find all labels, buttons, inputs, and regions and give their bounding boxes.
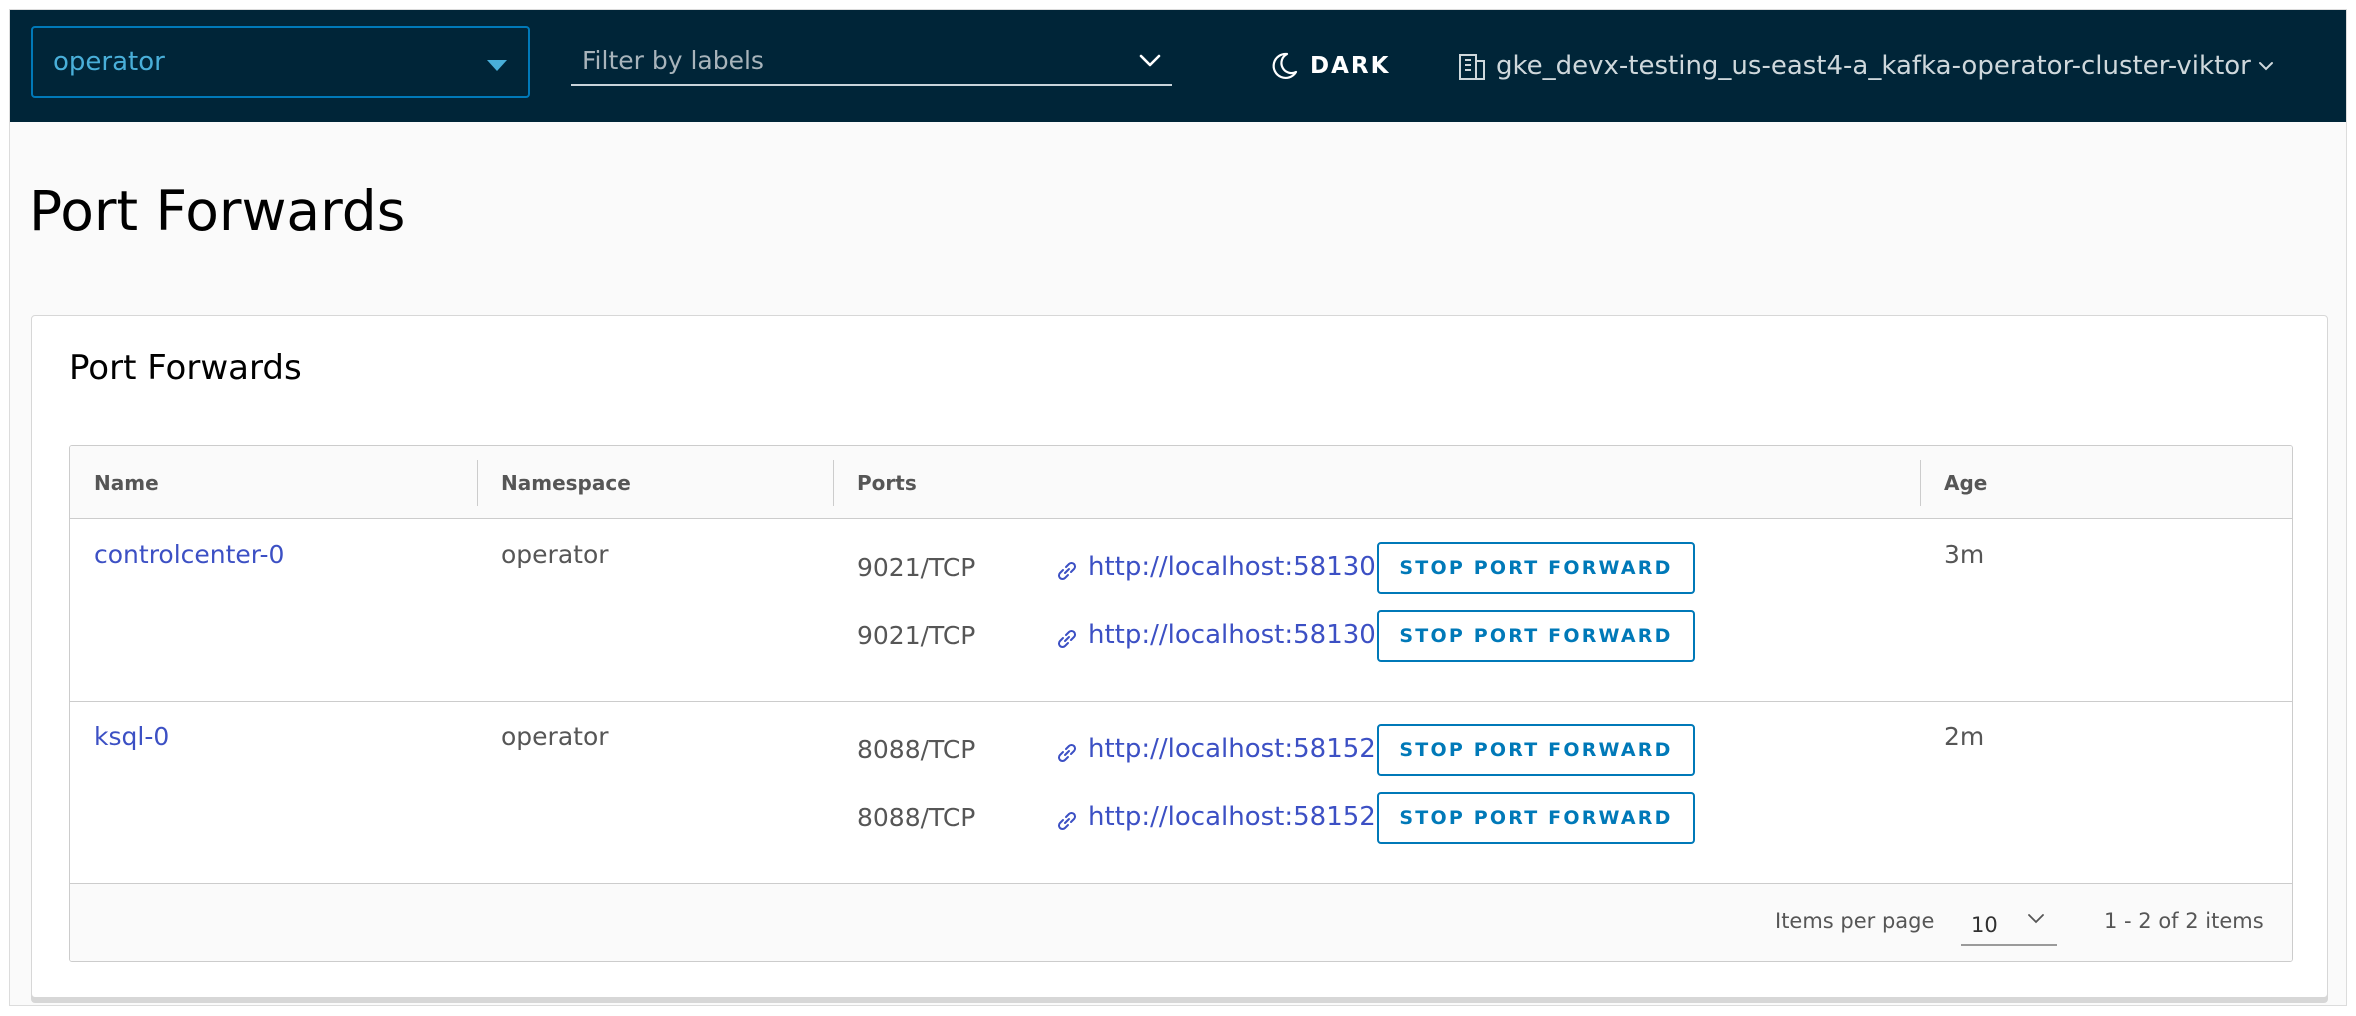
resource-link[interactable]: ksql-0 bbox=[94, 722, 169, 751]
stop-port-forward-button[interactable]: STOP PORT FORWARD bbox=[1377, 610, 1695, 662]
row-namespace-cell: operator bbox=[501, 722, 609, 751]
chevron-down-icon[interactable] bbox=[1136, 46, 1164, 74]
page-title: Port Forwards bbox=[29, 179, 406, 243]
column-header-namespace[interactable]: Namespace bbox=[477, 446, 631, 519]
namespace-select[interactable]: operator bbox=[31, 26, 530, 98]
link-icon bbox=[1057, 629, 1077, 649]
card-title: Port Forwards bbox=[69, 348, 302, 388]
port-entry: 8088/TCP http://localhost:58152 STOP POR… bbox=[857, 724, 1757, 776]
context-switcher[interactable]: gke_devx-testing_us-east4-a_kafka-operat… bbox=[1456, 44, 2336, 88]
port-forwards-table: Name Namespace Ports Age controlcenter-0… bbox=[69, 445, 2293, 962]
table-row: controlcenter-0 operator 9021/TCP http:/… bbox=[70, 520, 2292, 702]
resource-link[interactable]: controlcenter-0 bbox=[94, 540, 284, 569]
port-protocol: 8088/TCP bbox=[857, 803, 976, 832]
caret-down-icon bbox=[487, 60, 507, 71]
port-protocol: 8088/TCP bbox=[857, 735, 976, 764]
items-per-page-value: 10 bbox=[1971, 913, 1998, 937]
port-entry: 8088/TCP http://localhost:58152 STOP POR… bbox=[857, 792, 1757, 844]
column-header-name[interactable]: Name bbox=[70, 446, 159, 519]
items-per-page-select[interactable]: 10 bbox=[1961, 898, 2057, 946]
link-icon bbox=[1057, 743, 1077, 763]
row-age-cell: 3m bbox=[1944, 540, 1985, 569]
port-protocol: 9021/TCP bbox=[857, 553, 976, 582]
row-name-cell: ksql-0 bbox=[94, 722, 169, 751]
link-icon bbox=[1057, 561, 1077, 581]
port-entry: 9021/TCP http://localhost:58130 STOP POR… bbox=[857, 610, 1757, 662]
dark-theme-label: DARK bbox=[1310, 53, 1391, 79]
chevron-down-icon bbox=[2028, 914, 2044, 924]
row-age-cell: 2m bbox=[1944, 722, 1985, 751]
dark-theme-toggle[interactable]: DARK bbox=[1268, 44, 1390, 88]
column-header-ports[interactable]: Ports bbox=[833, 446, 917, 519]
label-filter-input[interactable] bbox=[582, 45, 1102, 75]
port-forward-url[interactable]: http://localhost:58130 bbox=[1088, 620, 1376, 650]
top-nav-bar: operator DARK gke_devx-testing_us-ea bbox=[10, 10, 2346, 122]
row-namespace-cell: operator bbox=[501, 540, 609, 569]
stop-port-forward-button[interactable]: STOP PORT FORWARD bbox=[1377, 542, 1695, 594]
pagination-range: 1 - 2 of 2 items bbox=[2104, 909, 2264, 933]
moon-icon bbox=[1272, 52, 1298, 79]
port-forwards-card: Port Forwards Name Namespace Ports Age c… bbox=[31, 315, 2328, 998]
app-window: operator DARK gke_devx-testing_us-ea bbox=[9, 9, 2347, 1006]
link-icon bbox=[1057, 811, 1077, 831]
chevron-down-icon bbox=[2258, 62, 2273, 71]
items-per-page-label: Items per page bbox=[1775, 909, 1935, 933]
namespace-value: operator bbox=[53, 47, 165, 77]
stop-port-forward-button[interactable]: STOP PORT FORWARD bbox=[1377, 724, 1695, 776]
column-header-age[interactable]: Age bbox=[1920, 446, 1987, 519]
label-filter[interactable] bbox=[571, 36, 1172, 86]
context-name: gke_devx-testing_us-east4-a_kafka-operat… bbox=[1496, 51, 2251, 81]
port-forward-url[interactable]: http://localhost:58152 bbox=[1088, 802, 1376, 832]
table-row: ksql-0 operator 8088/TCP http://localhos… bbox=[70, 702, 2292, 884]
port-protocol: 9021/TCP bbox=[857, 621, 976, 650]
port-forward-url[interactable]: http://localhost:58152 bbox=[1088, 734, 1376, 764]
row-name-cell: controlcenter-0 bbox=[94, 540, 284, 569]
stop-port-forward-button[interactable]: STOP PORT FORWARD bbox=[1377, 792, 1695, 844]
port-forward-url[interactable]: http://localhost:58130 bbox=[1088, 552, 1376, 582]
table-header: Name Namespace Ports Age bbox=[70, 446, 2292, 519]
table-footer: Items per page 10 1 - 2 of 2 items bbox=[70, 884, 2292, 961]
port-entry: 9021/TCP http://localhost:58130 STOP POR… bbox=[857, 542, 1757, 594]
building-icon bbox=[1459, 54, 1485, 80]
